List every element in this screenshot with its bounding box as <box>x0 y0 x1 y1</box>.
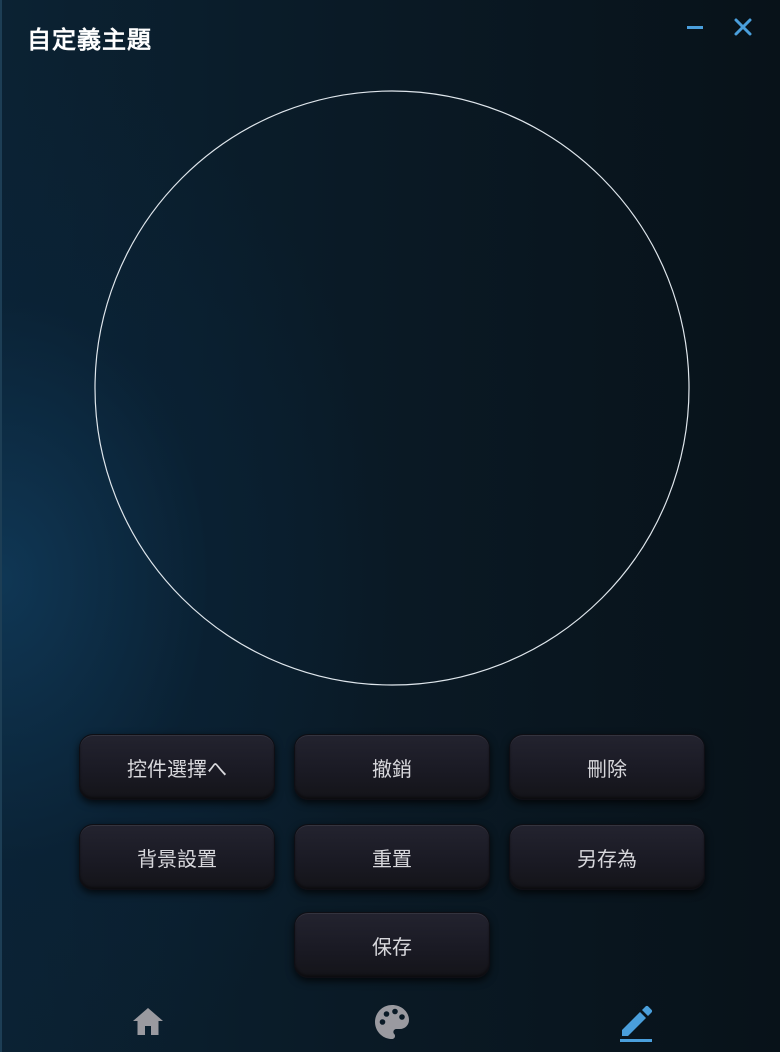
nav-palette[interactable] <box>368 998 416 1046</box>
background-settings-button[interactable]: 背景設置 <box>79 824 275 890</box>
delete-button[interactable]: 刪除 <box>509 734 705 800</box>
preview-circle <box>94 90 690 686</box>
window-title: 自定義主題 <box>27 26 152 54</box>
home-icon <box>133 1008 163 1035</box>
minimize-icon <box>687 26 703 29</box>
close-button[interactable] <box>728 14 758 44</box>
save-as-button[interactable]: 另存為 <box>509 824 705 890</box>
minimize-button[interactable] <box>682 14 712 44</box>
nav-home[interactable] <box>124 998 172 1046</box>
undo-button[interactable]: 撤銷 <box>294 734 490 800</box>
reset-button[interactable]: 重置 <box>294 824 490 890</box>
close-icon <box>734 18 752 36</box>
custom-theme-window: 自定義主題 控件選擇へ 撤銷 刪除 背景設置 重置 另存為 保存 <box>0 0 780 1052</box>
control-select-button[interactable]: 控件選擇へ <box>79 734 275 800</box>
nav-edit[interactable] <box>612 998 660 1046</box>
palette-icon <box>375 1005 409 1039</box>
theme-preview-canvas[interactable] <box>94 90 690 686</box>
pencil-icon <box>620 1005 653 1042</box>
save-button[interactable]: 保存 <box>294 912 490 978</box>
